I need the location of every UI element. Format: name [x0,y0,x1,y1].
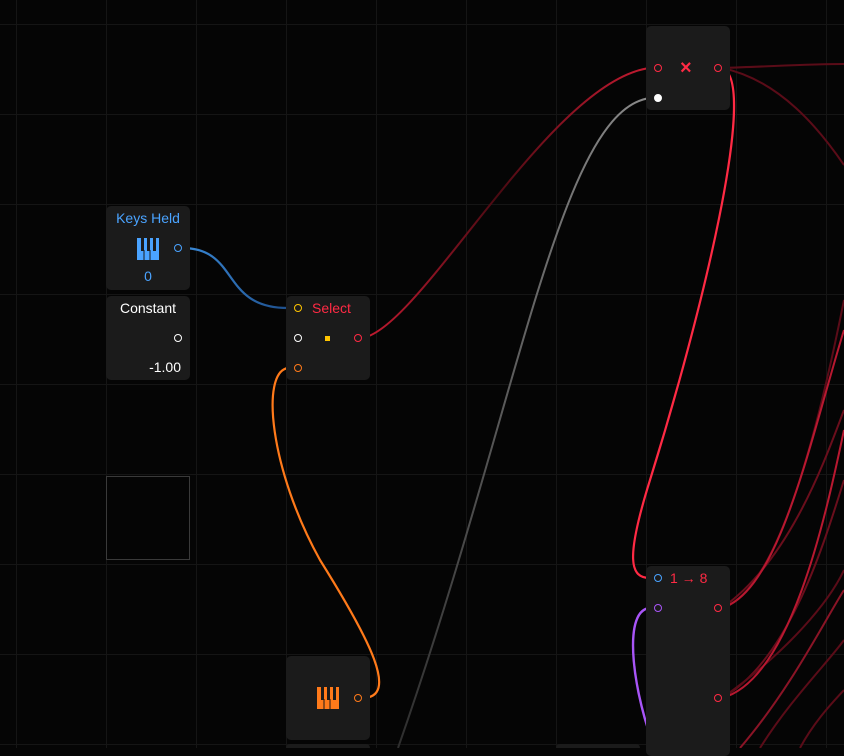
keys-held-output-port[interactable] [174,244,182,252]
wire-multiply-out-2[interactable] [721,67,844,166]
constant-output-port[interactable] [174,334,182,342]
partial-node-bottom-left[interactable] [286,744,370,748]
multiply-node[interactable]: × [646,26,730,110]
partial-node-bottom-mid[interactable] [556,744,640,748]
piano-keys-icon [317,687,339,709]
wire-gray-to-multiply[interactable] [397,97,651,748]
select-input-port-3[interactable] [294,364,302,372]
select-input-port-2[interactable] [294,334,302,342]
wire-select-to-multiply[interactable] [361,67,651,339]
wire-multiply-out-1[interactable] [721,63,844,69]
keyboard-output-port[interactable] [354,694,362,702]
wire-split-out-f[interactable] [799,689,844,748]
wire-split-out-a[interactable] [721,299,844,609]
constant-title: Constant [119,300,177,316]
multiply-output-port[interactable] [714,64,722,72]
keys-held-value: 0 [144,268,152,284]
keys-held-title: Keys Held [116,210,180,226]
wire-keys-to-select[interactable] [181,246,289,310]
wire-split-out-2[interactable] [721,429,844,699]
split-output-port-1[interactable] [714,604,722,612]
select-title: Select [312,300,351,316]
empty-node-slot[interactable] [106,476,190,560]
select-input-port-1[interactable] [294,304,302,312]
keyboard-node[interactable] [286,656,370,740]
multiply-symbol: × [680,57,692,79]
wire-split-out-e[interactable] [759,639,844,748]
select-node[interactable]: Select [286,296,370,380]
split-node[interactable]: 1 → 8 [646,566,730,756]
split-input-port-2[interactable] [654,604,662,612]
split-title: 1 → 8 [670,570,708,586]
select-indicator [325,336,330,341]
multiply-input-port-2[interactable] [654,94,662,102]
constant-node[interactable]: Constant -1.00 [106,296,190,380]
piano-keys-icon [137,238,159,260]
wire-split-out-1[interactable] [721,329,844,609]
wire-multiply-to-split[interactable] [632,66,736,580]
select-output-port[interactable] [354,334,362,342]
wire-keyboard-to-select[interactable] [271,366,381,700]
constant-value: -1.00 [149,359,181,375]
multiply-input-port-1[interactable] [654,64,662,72]
split-output-port-2[interactable] [714,694,722,702]
keys-held-node[interactable]: Keys Held 0 [106,206,190,290]
split-input-port-1[interactable] [654,574,662,582]
